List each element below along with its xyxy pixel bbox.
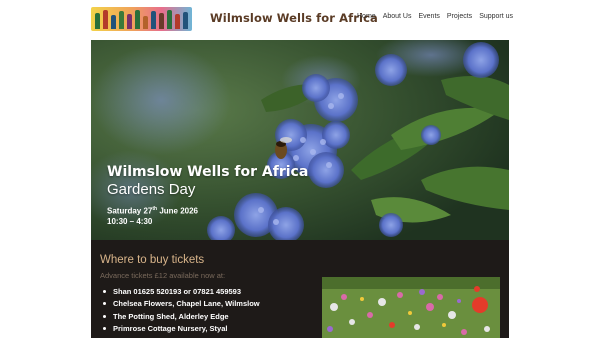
logo-figure [111,15,116,29]
logo-figure [159,13,164,29]
tickets-heading: Where to buy tickets [100,254,205,266]
logo-figure [183,12,188,29]
logo-figure [127,14,132,29]
nav-support-us[interactable]: Support us [479,13,513,20]
bullet-icon [103,314,106,318]
nav-home[interactable]: Home [357,13,376,20]
tickets-subheading: Advance tickets £12 available now at: [100,271,226,280]
logo-figure [135,10,140,29]
list-item: Primrose Cottage Nursery, Styal [100,323,260,336]
site-logo[interactable] [91,7,192,31]
hero-title: Wilmslow Wells for Africa [107,164,309,180]
logo-figure [95,13,100,29]
main-nav: Home About Us Events Projects Support us [357,13,513,20]
meadow-flowers-image [322,277,500,338]
logo-figure [167,10,172,29]
logo-figure [175,14,180,29]
list-item: Shan 01625 520193 or 07821 459593 [100,285,260,298]
tickets-list: Shan 01625 520193 or 07821 459593 Chelse… [100,285,260,335]
logo-figure [119,11,124,29]
event-time: 10:30 – 4:30 [107,216,153,226]
logo-figure [151,11,156,29]
site-header: Wilmslow Wells for Africa Home About Us … [0,0,600,38]
tickets-section: Where to buy tickets Advance tickets £12… [91,240,509,338]
list-item: The Potting Shed, Alderley Edge [100,310,260,323]
event-date: Saturday 27th June 2026 [107,206,199,216]
hero-subtitle: Gardens Day [107,181,196,198]
bullet-icon [103,327,106,331]
hero-banner: Wilmslow Wells for Africa Gardens Day Sa… [91,40,509,240]
event-date-time: Saturday 27th June 2026 10:30 – 4:30 [107,204,198,227]
list-item: Chelsea Flowers, Chapel Lane, Wilmslow [100,298,260,311]
nav-projects[interactable]: Projects [447,13,472,20]
site-title[interactable]: Wilmslow Wells for Africa [210,11,378,25]
logo-figure [103,10,108,29]
bullet-icon [103,289,106,293]
nav-about-us[interactable]: About Us [383,13,412,20]
logo-figure [143,16,148,29]
bullet-icon [103,302,106,306]
nav-events[interactable]: Events [418,13,439,20]
